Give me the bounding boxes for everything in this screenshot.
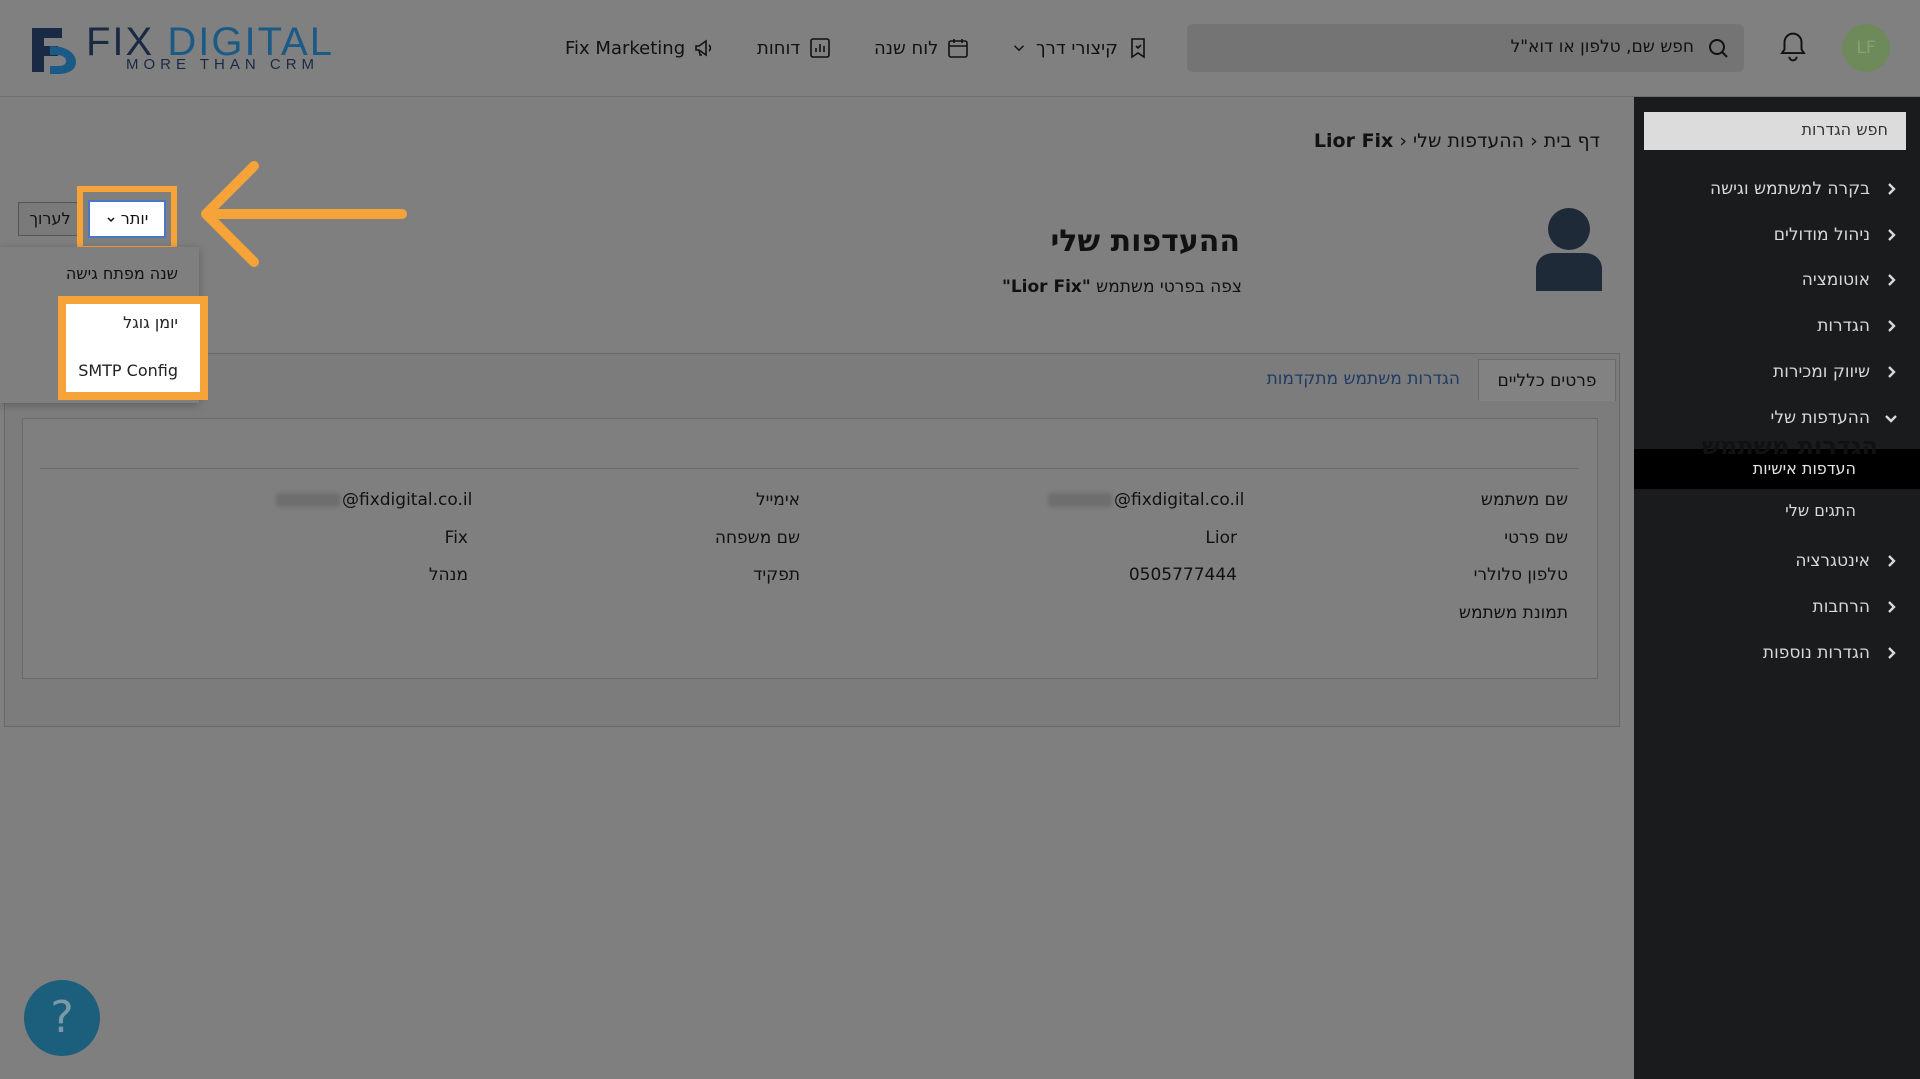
sidebar-item-label: הגדרות [1817, 316, 1870, 336]
role-label: תפקיד [753, 565, 800, 585]
nav-fix-marketing[interactable]: Fix Marketing [565, 28, 717, 68]
breadcrumb-separator: ‹ [1399, 130, 1407, 152]
nav-shortcuts[interactable]: קיצורי דרך [1010, 28, 1150, 68]
chevron-down-icon [107, 217, 115, 223]
sidebar-item-label: אוטומציה [1801, 270, 1870, 290]
calendar-icon [948, 39, 969, 58]
edit-button[interactable]: לערוך [18, 202, 82, 236]
logo-mark-icon [32, 28, 76, 74]
breadcrumb-current-user: Lior Fix [1313, 130, 1394, 152]
sidebar-item-settings[interactable]: הגדרות [1638, 306, 1898, 346]
sidebar-item-marketing-sales[interactable]: שיווק ומכירות [1638, 352, 1898, 392]
sidebar-subitem-my-tags[interactable]: התגים שלי [1634, 491, 1920, 531]
redacted-block [276, 493, 340, 507]
user-settings-card [22, 418, 1598, 679]
tab-advanced-settings[interactable]: הגדרות משתמש מתקדמות [1267, 369, 1460, 389]
global-search-input[interactable]: חפש שם, טלפון או דוא"ל [1187, 24, 1744, 72]
card-divider [40, 468, 1578, 469]
last-name-label: שם משפחה [714, 528, 800, 548]
bookmark-tag-icon [1131, 38, 1145, 59]
page-title: ההעדפות שלי [1050, 224, 1240, 259]
nav-reports-label: דוחות [757, 37, 801, 59]
username-label: שם משתמש [1480, 490, 1568, 510]
breadcrumb-my-preferences[interactable]: ההעדפות שלי [1413, 130, 1524, 152]
chevron-down-icon [1885, 415, 1897, 423]
breadcrumb-separator: ‹ [1530, 130, 1538, 152]
more-button-label: יותר [120, 209, 149, 228]
breadcrumb-home[interactable]: דף בית [1544, 130, 1600, 152]
chevron-left-icon [1888, 320, 1896, 332]
email-value: @fixdigital.co.il [276, 490, 472, 510]
first-name-value: Lior [1205, 528, 1237, 548]
sidebar-item-label: בקרה למשתמש וגישה [1709, 179, 1870, 199]
chevron-left-icon [1888, 183, 1896, 195]
page-subtitle-prefix: צפה בפרטי משתמש [1096, 277, 1242, 297]
sidebar-item-more-settings[interactable]: הגדרות נוספות [1638, 633, 1898, 673]
username-value: @fixdigital.co.il [1048, 490, 1244, 510]
sidebar-item-modules[interactable]: ניהול מודולים [1638, 215, 1898, 255]
sidebar-item-automation[interactable]: אוטומציה [1638, 260, 1898, 300]
breadcrumb: דף בית ‹ ההעדפות שלי ‹ Lior Fix [1314, 130, 1600, 152]
email-label: אימייל [756, 490, 800, 510]
card-title: הגדרות משתמש [1701, 432, 1878, 460]
email-value-text: @fixdigital.co.il [342, 490, 473, 510]
sidebar-item-label: הגדרות נוספות [1762, 643, 1870, 663]
help-button[interactable]: ? [24, 980, 100, 1056]
top-header: FIX DIGITAL MORE THAN CRM Fix Marketing … [0, 0, 1920, 97]
more-dropdown-button[interactable]: יותר [88, 200, 166, 238]
nav-calendar[interactable]: לוח שנה [874, 28, 970, 68]
user-photo-label: תמונת משתמש [1458, 603, 1568, 623]
logo-tagline: MORE THAN CRM [126, 56, 320, 73]
logo[interactable]: FIX DIGITAL MORE THAN CRM [28, 22, 348, 76]
user-avatar-icon [1536, 208, 1602, 291]
highlight-dropdown-items [58, 296, 208, 400]
chevron-left-icon [1888, 274, 1896, 286]
sidebar-item-user-access[interactable]: בקרה למשתמש וגישה [1638, 169, 1898, 209]
last-name-value: Fix [444, 528, 468, 548]
mobile-phone-label: טלפון סלולרי [1473, 565, 1568, 585]
nav-calendar-label: לוח שנה [874, 37, 939, 59]
page-subtitle: צפה בפרטי משתמש "Lior Fix" [1002, 277, 1242, 297]
sidebar-item-label: הרחבות [1812, 597, 1870, 617]
mobile-phone-value: 0505777444 [1128, 565, 1237, 585]
megaphone-icon [695, 39, 712, 57]
chevron-left-icon [1888, 555, 1896, 567]
menu-item-google-calendar[interactable]: יומן גוגל [123, 313, 178, 332]
sidebar-item-integration[interactable]: אינטגרציה [1638, 541, 1898, 581]
search-icon [1709, 39, 1728, 58]
search-placeholder: חפש שם, טלפון או דוא"ל [1510, 37, 1694, 57]
bar-chart-icon [810, 38, 831, 58]
menu-item-change-access-key[interactable]: שנה מפתח גישה [66, 264, 178, 283]
sidebar-item-label: שיווק ומכירות [1773, 362, 1870, 382]
page-subtitle-user: "Lior Fix" [1001, 277, 1091, 297]
chevron-left-icon [1888, 601, 1896, 613]
redacted-block [1048, 493, 1112, 507]
sidebar-item-extensions[interactable]: הרחבות [1638, 587, 1898, 627]
nav-fix-marketing-label: Fix Marketing [565, 37, 686, 59]
bell-icon[interactable] [1778, 30, 1808, 64]
tab-general-details[interactable]: פרטים כלליים [1478, 359, 1616, 401]
avatar[interactable]: LF [1842, 24, 1890, 72]
settings-sidebar: חפש הגדרות בקרה למשתמש וגישה ניהול מודול… [1634, 97, 1920, 1079]
chevron-down-icon [1013, 45, 1025, 52]
chevron-left-icon [1888, 229, 1896, 241]
sidebar-item-label: ניהול מודולים [1773, 225, 1870, 245]
role-value: מנהל [428, 565, 468, 585]
sidebar-item-label: ההעדפות שלי [1770, 408, 1870, 428]
first-name-label: שם פרטי [1504, 528, 1568, 548]
settings-search-input[interactable]: חפש הגדרות [1644, 112, 1906, 150]
arrow-left-icon [201, 161, 407, 267]
nav-reports[interactable]: דוחות [757, 28, 832, 68]
chevron-left-icon [1888, 647, 1896, 659]
chevron-left-icon [1888, 366, 1896, 378]
nav-shortcuts-label: קיצורי דרך [1036, 37, 1118, 59]
sidebar-item-label: אינטגרציה [1795, 551, 1870, 571]
menu-item-smtp-config[interactable]: SMTP Config [78, 361, 178, 380]
username-value-text: @fixdigital.co.il [1114, 490, 1245, 510]
